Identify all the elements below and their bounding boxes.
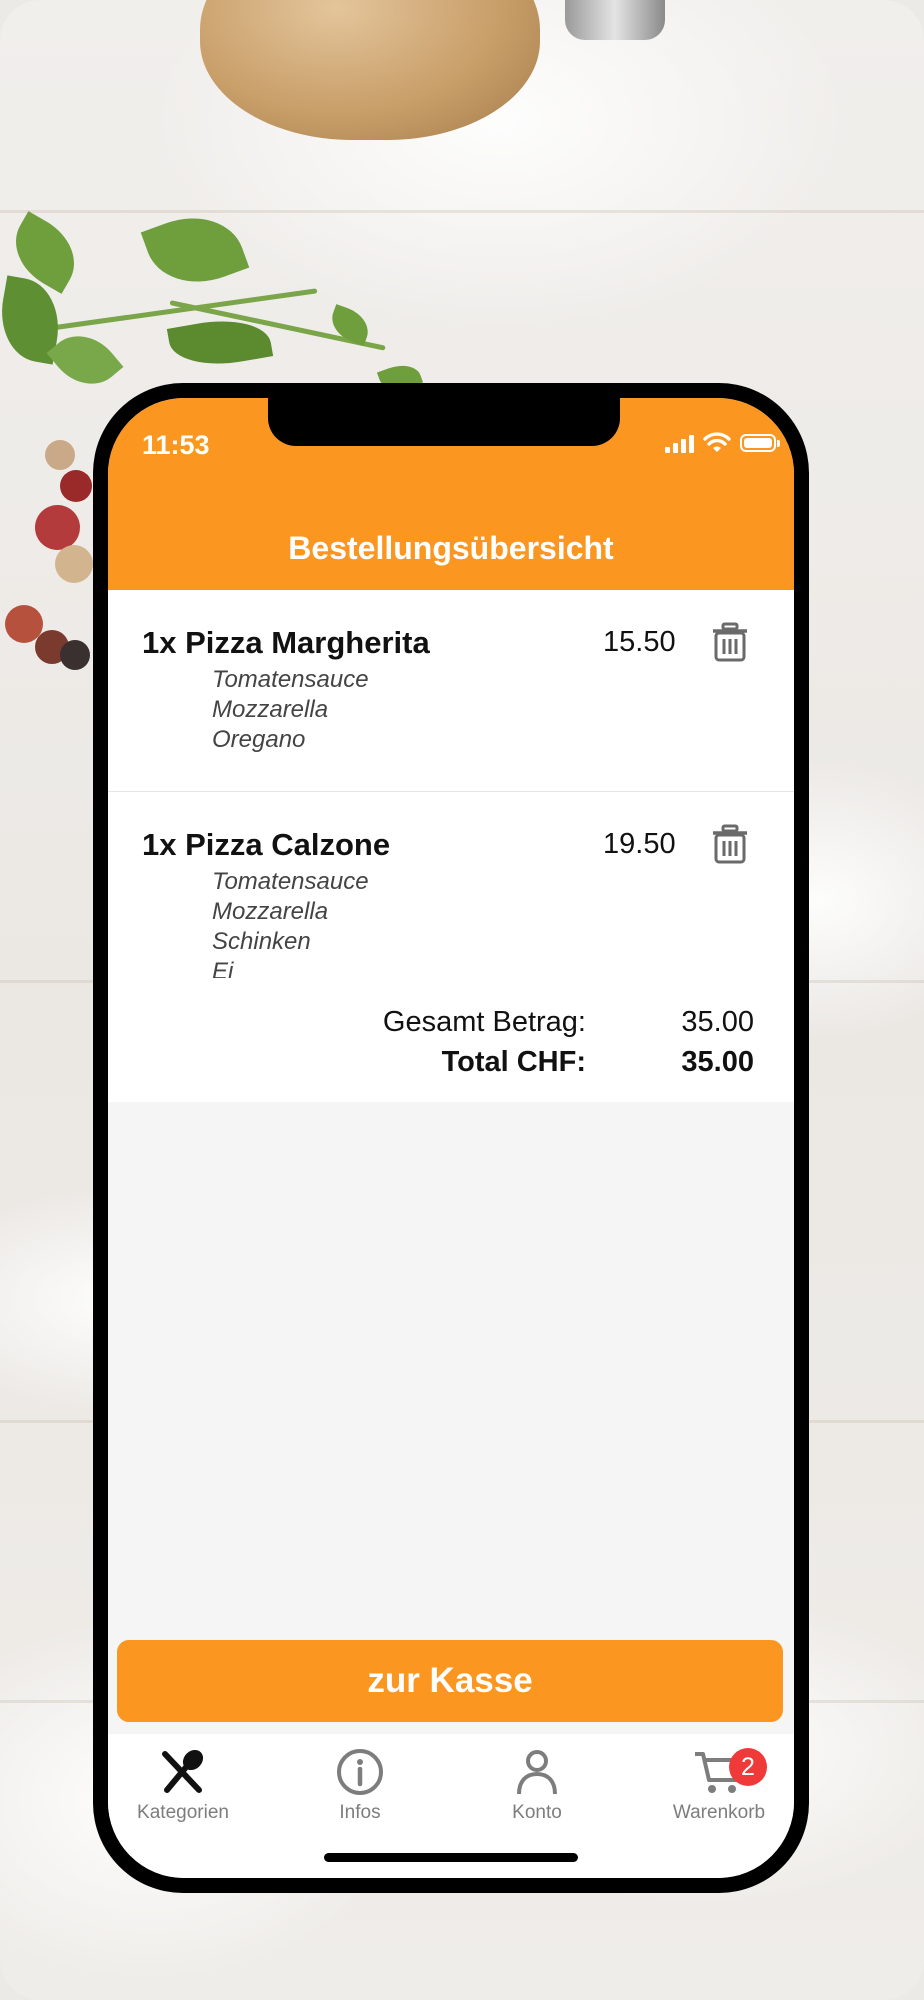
- status-time: 11:53: [142, 430, 210, 460]
- ingredient: Schinken: [212, 928, 311, 955]
- tab-label: Konto: [512, 1802, 562, 1823]
- ingredient-list: Tomatensauce Mozzarella Oregano: [212, 665, 369, 755]
- ingredient: Tomatensauce: [212, 868, 369, 895]
- tab-konto[interactable]: Konto: [462, 1748, 612, 1824]
- order-item-price: 19.50: [603, 828, 676, 860]
- cart-count-badge: 2: [729, 1748, 767, 1786]
- fork-spoon-icon: [162, 1749, 204, 1793]
- peppercorn-decoration: [35, 505, 80, 550]
- page-title: Bestellungsübersicht: [288, 530, 614, 566]
- trash-icon: [713, 824, 747, 864]
- tab-kategorien[interactable]: Kategorien: [108, 1748, 258, 1824]
- tab-label: Infos: [339, 1802, 381, 1823]
- order-item-price: 15.50: [603, 626, 676, 658]
- tab-warenkorb[interactable]: 2 Warenkorb: [644, 1748, 794, 1824]
- ingredient: Oregano: [212, 726, 306, 753]
- pepper-mill-decoration: [200, 0, 540, 140]
- subtotal-label: Gesamt Betrag:: [382, 1006, 586, 1038]
- tab-bar: Kategorien Infos Konto 2 Warenkorb: [108, 1734, 794, 1878]
- cellular-signal-icon: [665, 433, 694, 453]
- tab-label: Warenkorb: [672, 1802, 766, 1823]
- ingredient-list: Tomatensauce Mozzarella Schinken Ei: [212, 867, 369, 987]
- delete-item-button[interactable]: [708, 620, 752, 664]
- status-icons: [665, 432, 780, 454]
- tab-label: Kategorien: [137, 1802, 229, 1823]
- home-indicator: [324, 1853, 578, 1862]
- ingredient: Tomatensauce: [212, 666, 369, 693]
- tab-infos[interactable]: Infos: [285, 1748, 435, 1824]
- order-item-name: 1x Pizza Calzone: [142, 827, 391, 862]
- total-value: 35.00: [681, 1046, 754, 1078]
- subtotal-value: 35.00: [681, 1006, 754, 1038]
- delete-item-button[interactable]: [708, 822, 752, 866]
- battery-icon: [740, 434, 780, 452]
- checkout-button[interactable]: zur Kasse: [117, 1640, 783, 1722]
- phone-screen: 11:53 Bestellungsübersicht 1x Pizza Marg…: [108, 398, 794, 1878]
- order-item: 1x Pizza Margherita 15.50 Tomatensauce M…: [108, 590, 794, 792]
- total-label: Total CHF:: [441, 1046, 586, 1078]
- person-icon: [517, 1750, 557, 1795]
- ingredient: Mozzarella: [212, 696, 329, 723]
- info-icon: [337, 1749, 383, 1795]
- order-item: 1x Pizza Calzone 19.50 Tomatensauce Mozz…: [108, 792, 794, 992]
- trash-icon: [713, 622, 747, 662]
- phone-notch: [268, 398, 620, 446]
- pepper-mill-knob-decoration: [565, 0, 665, 40]
- order-totals: Gesamt Betrag: 35.00 Total CHF: 35.00: [108, 978, 794, 1102]
- phone-frame: 11:53 Bestellungsübersicht 1x Pizza Marg…: [93, 383, 809, 1893]
- ingredient: Mozzarella: [212, 898, 329, 925]
- wifi-icon: [703, 432, 731, 452]
- basil-leaf-decoration: [140, 201, 250, 299]
- order-item-name: 1x Pizza Margherita: [142, 625, 430, 660]
